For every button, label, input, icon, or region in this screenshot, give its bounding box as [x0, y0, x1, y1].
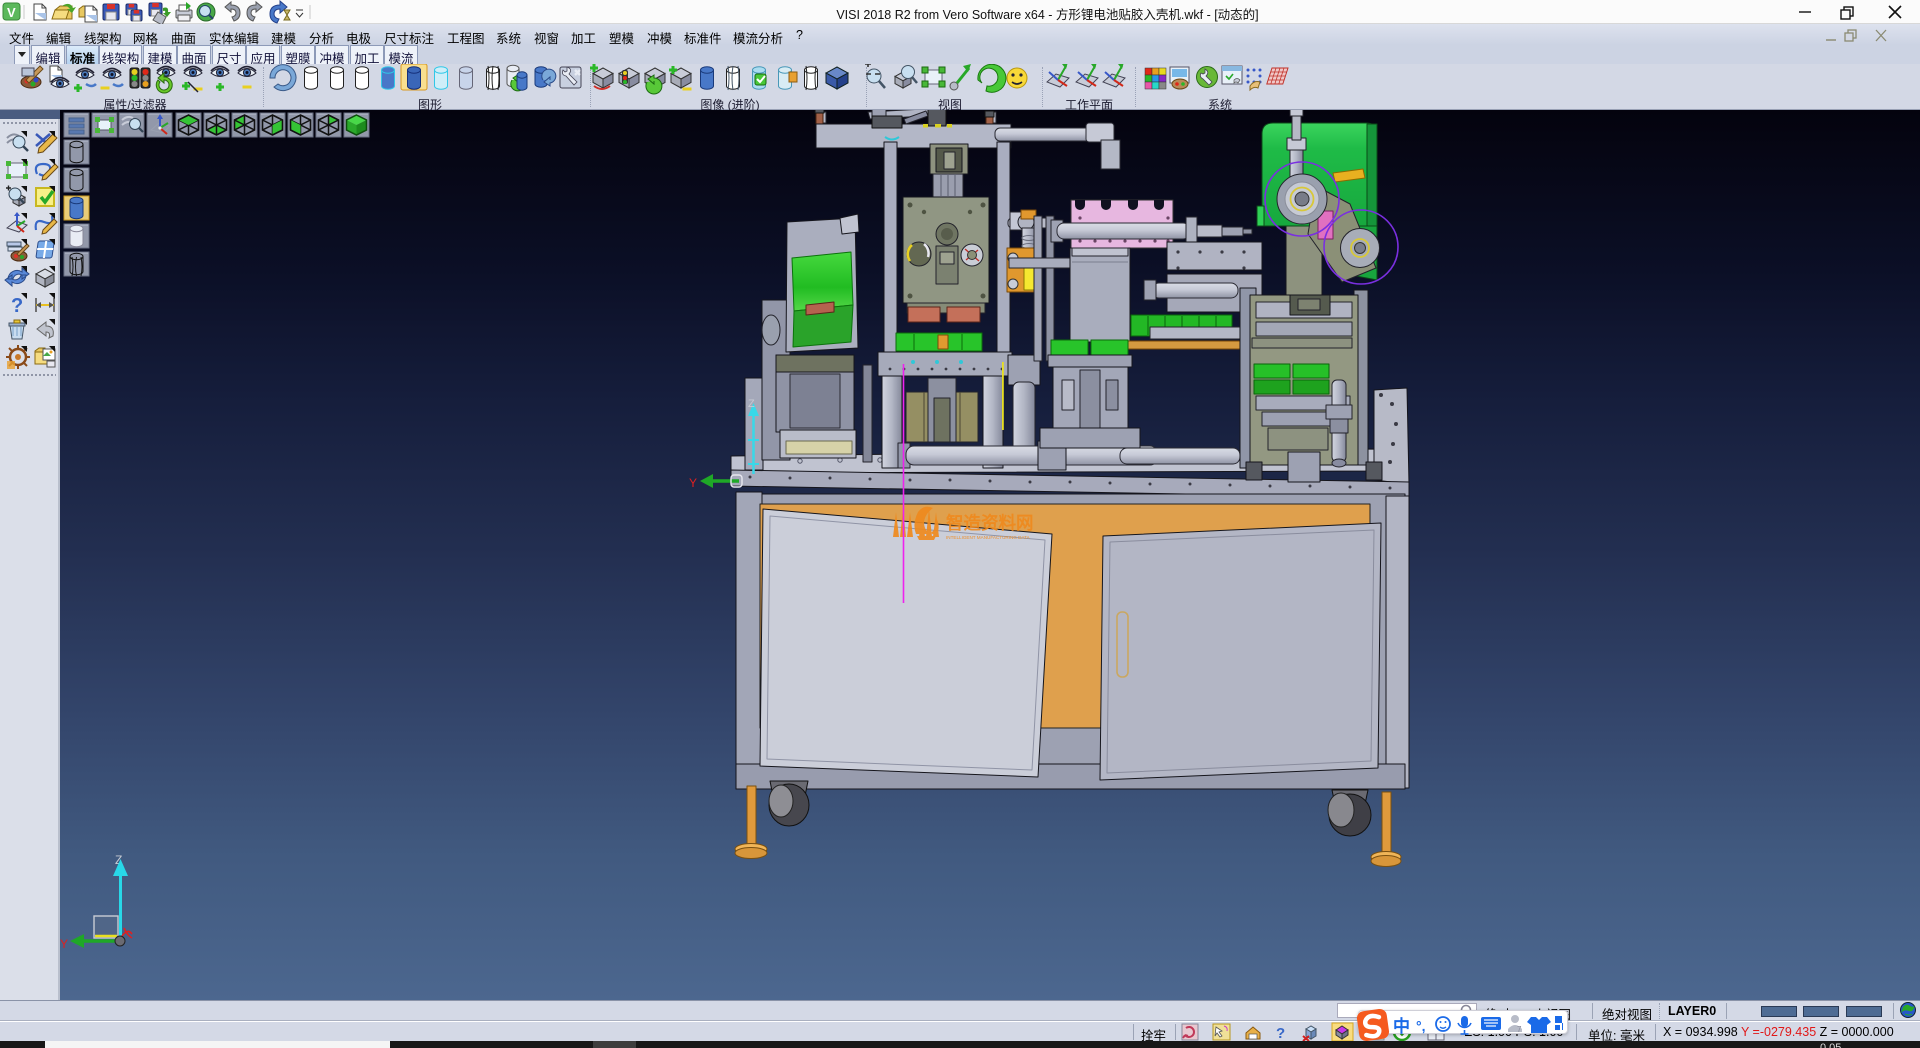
svg-text:智造资料网: 智造资料网 [946, 513, 1034, 533]
svg-text:°,: °, [1416, 1018, 1426, 1034]
svg-text:7: 7 [1517, 1025, 1522, 1034]
svg-text:Z: Z [748, 398, 755, 410]
svg-text:INTELLIGENT MANUFACTURING DATA: INTELLIGENT MANUFACTURING DATA [946, 535, 1031, 540]
svg-text:?: ? [1276, 1025, 1285, 1042]
svg-text:中: 中 [1393, 1016, 1410, 1036]
svg-text:?: ? [11, 295, 23, 317]
svg-text:Y: Y [689, 476, 697, 490]
svg-text:Y: Y [60, 937, 68, 951]
